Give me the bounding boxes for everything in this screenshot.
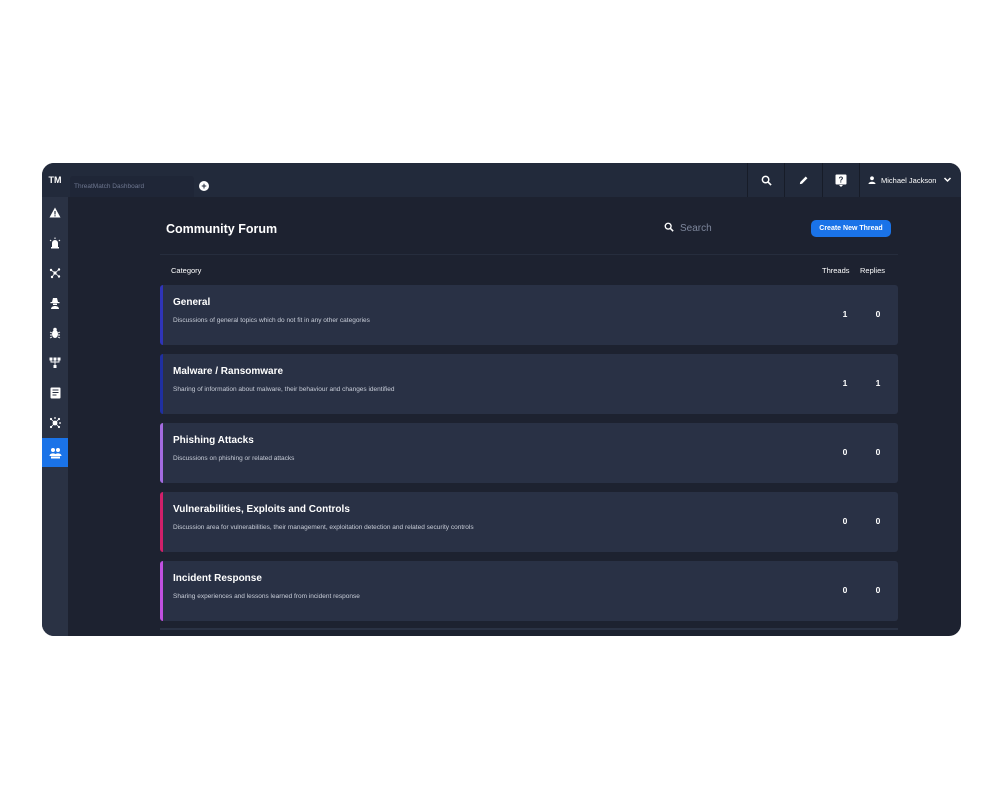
- sidebar-item-community[interactable]: [42, 438, 68, 467]
- virus-icon: [49, 416, 61, 428]
- search-icon: [761, 175, 772, 186]
- chevron-down-icon: [943, 177, 952, 183]
- add-tab-button[interactable]: +: [199, 181, 209, 191]
- app-window: TM ThreatMatch Dashboard + ? Michael Jac…: [42, 163, 961, 636]
- bug-icon: [49, 327, 61, 338]
- help-icon: ?: [835, 174, 847, 187]
- category-row[interactable]: Vulnerabilities, Exploits and Controls D…: [160, 492, 898, 552]
- category-description: Discussion area for vulnerabilities, the…: [173, 524, 474, 531]
- category-reply-count: 0: [875, 309, 881, 319]
- community-icon: [49, 447, 61, 458]
- app-logo[interactable]: TM: [42, 163, 68, 197]
- category-description: Discussions on phishing or related attac…: [173, 455, 295, 462]
- category-name[interactable]: General: [173, 297, 210, 308]
- category-thread-count: 0: [842, 516, 848, 526]
- search-input[interactable]: [680, 220, 780, 236]
- category-description: Discussions of general topics which do n…: [173, 317, 370, 324]
- column-header-threads[interactable]: Threads: [822, 266, 850, 275]
- search-button[interactable]: [747, 163, 784, 197]
- column-header-category[interactable]: Category: [171, 266, 201, 275]
- category-thread-count: 0: [842, 585, 848, 595]
- sidebar-item-actors[interactable]: [42, 288, 68, 317]
- forum-content: Community Forum Create New Thread Catego…: [160, 197, 900, 636]
- category-name[interactable]: Vulnerabilities, Exploits and Controls: [173, 504, 350, 515]
- sidebar-item-hierarchy[interactable]: [42, 348, 68, 377]
- column-header-replies[interactable]: Replies: [860, 266, 885, 275]
- user-name: Michael Jackson: [881, 175, 937, 185]
- category-reply-count: 0: [875, 585, 881, 595]
- category-row[interactable]: General Discussions of general topics wh…: [160, 285, 898, 345]
- top-bar: TM ThreatMatch Dashboard + ? Michael Jac…: [42, 163, 961, 197]
- sidebar-item-reports[interactable]: [42, 378, 68, 407]
- category-row[interactable]: Incident Response Sharing experiences an…: [160, 561, 898, 621]
- pencil-icon: [799, 176, 807, 184]
- user-icon: [868, 176, 876, 184]
- sidebar-item-malware[interactable]: [42, 318, 68, 347]
- sidebar-item-alerts[interactable]: [42, 198, 68, 227]
- siren-icon: [49, 237, 61, 248]
- category-reply-count: 0: [875, 447, 881, 457]
- sidebar-item-network[interactable]: [42, 258, 68, 287]
- category-thread-count: 1: [842, 309, 848, 319]
- category-name[interactable]: Incident Response: [173, 573, 262, 584]
- user-menu[interactable]: Michael Jackson: [859, 163, 961, 197]
- category-description: Sharing of information about malware, th…: [173, 386, 395, 393]
- hacker-icon: [50, 297, 60, 309]
- create-new-thread-button[interactable]: Create New Thread: [811, 220, 891, 237]
- category-row[interactable]: Malware / Ransomware Sharing of informat…: [160, 354, 898, 414]
- tab-threatmatch-dashboard[interactable]: ThreatMatch Dashboard: [70, 176, 194, 197]
- sidebar-item-incidents[interactable]: [42, 228, 68, 257]
- category-thread-count: 1: [842, 378, 848, 388]
- category-name[interactable]: Malware / Ransomware: [173, 366, 283, 377]
- hierarchy-icon: [49, 357, 61, 368]
- search-icon: [664, 222, 674, 232]
- help-button[interactable]: ?: [822, 163, 859, 197]
- sidebar-item-threats[interactable]: [42, 408, 68, 437]
- category-description: Sharing experiences and lessons learned …: [173, 593, 360, 600]
- table-header: Category Threads Replies: [160, 254, 898, 285]
- report-icon: [50, 387, 60, 398]
- category-reply-count: 0: [875, 516, 881, 526]
- sidebar: [42, 197, 68, 636]
- category-row[interactable]: Phishing Attacks Discussions on phishing…: [160, 423, 898, 483]
- network-icon: [49, 267, 61, 278]
- list-divider: [160, 628, 898, 630]
- edit-button[interactable]: [784, 163, 821, 197]
- category-reply-count: 1: [875, 378, 881, 388]
- category-name[interactable]: Phishing Attacks: [173, 435, 254, 446]
- alert-icon: [49, 207, 61, 218]
- category-thread-count: 0: [842, 447, 848, 457]
- page-title: Community Forum: [166, 222, 278, 236]
- svg-text:?: ?: [839, 175, 844, 184]
